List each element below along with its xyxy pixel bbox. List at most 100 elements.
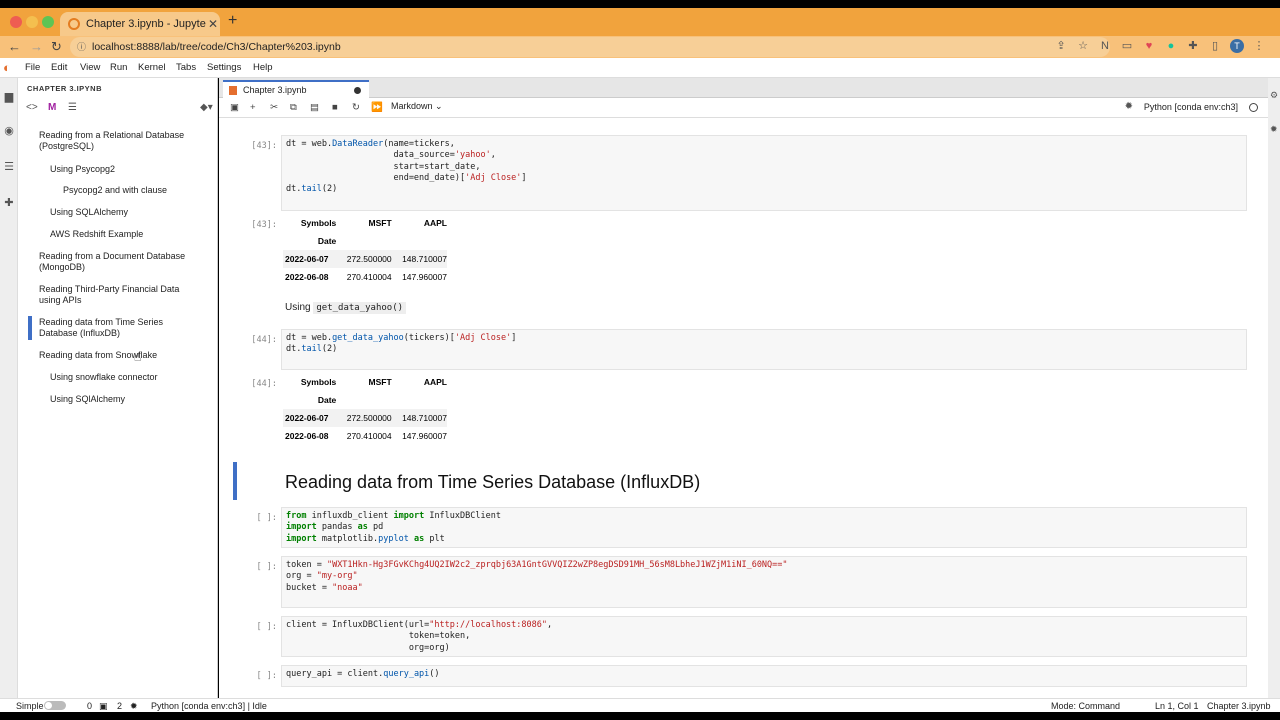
cell-prompt: [ ]:	[256, 513, 277, 523]
stop-icon[interactable]: ■	[332, 102, 338, 113]
toc-toolbar: <> M ☰ ◆▾	[18, 100, 218, 118]
code-cell-client[interactable]: client = InfluxDBClient(url="http://loca…	[281, 616, 1247, 657]
column-header: AAPL	[423, 218, 447, 228]
paste-icon[interactable]: ▤	[310, 102, 319, 113]
column-header: AAPL	[423, 377, 447, 387]
running-kernels-icon[interactable]: ◉	[2, 124, 16, 138]
markdown-heading[interactable]: Reading data from Time Series Database (…	[285, 472, 700, 493]
column-header: MSFT	[368, 218, 392, 228]
copy-icon[interactable]: ⧉	[290, 102, 297, 113]
share-icon[interactable]: ⇪	[1054, 39, 1068, 53]
toc-item[interactable]: Reading from a Relational Database (Post…	[39, 130, 199, 152]
save-icon[interactable]: ▣	[230, 102, 239, 113]
cell-prompt: [ ]:	[256, 562, 277, 572]
cut-icon[interactable]: ✂	[270, 102, 278, 113]
site-info-icon[interactable]: ⓘ	[77, 40, 86, 53]
close-tab-icon[interactable]: ✕	[206, 17, 220, 31]
folder-icon[interactable]: ▆	[2, 90, 16, 104]
menu-help[interactable]: Help	[253, 62, 273, 73]
activity-bar: ▆ ◉ ☰ ✚	[0, 78, 18, 698]
code-cell-query-api[interactable]: query_api = client.query_api()	[281, 665, 1247, 687]
notebook-tab[interactable]: Chapter 3.ipynb	[223, 80, 369, 98]
back-arrow-icon[interactable]: ←	[8, 39, 21, 54]
browser-tab[interactable]: Chapter 3.ipynb - JupyterLab ✕	[60, 12, 220, 36]
cell-value: 272.500000	[346, 413, 392, 423]
simple-mode-toggle[interactable]	[44, 701, 66, 710]
side-panel-icon[interactable]: ▯	[1208, 39, 1222, 53]
extensions-puzzle-icon[interactable]: ✚	[1186, 39, 1200, 53]
debugger-icon[interactable]: ✹	[1270, 124, 1278, 135]
menu-run[interactable]: Run	[110, 62, 127, 73]
run-all-icon[interactable]: ⏩	[371, 102, 383, 113]
cell-prompt: [43]:	[251, 141, 277, 151]
code-toggle-icon[interactable]: <>	[26, 102, 38, 113]
code-cell-43[interactable]: dt = web.DataReader(name=tickers, data_s…	[281, 135, 1247, 211]
toc-item[interactable]: Using SQlAlchemy	[50, 394, 125, 405]
notion-extension-icon[interactable]: N	[1098, 39, 1112, 53]
menubar: ◐ File Edit View Run Kernel Tabs Setting…	[0, 58, 1280, 78]
cell-type-dropdown[interactable]: Markdown ⌄	[391, 101, 443, 112]
toc-item[interactable]: Reading Third-Party Financial Data using…	[39, 284, 199, 306]
toc-item[interactable]: AWS Redshift Example	[50, 229, 143, 240]
new-tab-button[interactable]: +	[228, 12, 237, 30]
toc-item[interactable]: Using Psycopg2	[50, 164, 115, 175]
reload-icon[interactable]: ↻	[51, 39, 62, 55]
code-cell-44[interactable]: dt = web.get_data_yahoo(tickers)['Adj Cl…	[281, 329, 1247, 370]
kernel-gear-icon[interactable]: ✹	[130, 701, 138, 712]
kernel-name[interactable]: Python [conda env:ch3]	[1144, 102, 1238, 112]
tag-filter-icon[interactable]: ◆▾	[200, 102, 213, 113]
grammarly-extension-icon[interactable]: ●	[1164, 39, 1178, 53]
menu-tabs[interactable]: Tabs	[176, 62, 196, 73]
code-cell-imports[interactable]: from influxdb_client import InfluxDBClie…	[281, 507, 1247, 548]
menu-settings[interactable]: Settings	[207, 62, 241, 73]
extension-manager-icon[interactable]: ✚	[2, 196, 16, 210]
property-inspector-icon[interactable]: ⚙	[1270, 90, 1278, 101]
minimize-window-button[interactable]	[26, 16, 38, 28]
url-text: localhost:8888/lab/tree/code/Ch3/Chapter…	[92, 41, 341, 53]
toc-item[interactable]: Using SQLAlchemy	[50, 207, 128, 218]
cell-value: 148.710007	[402, 254, 447, 264]
code-cell-credentials[interactable]: token = "WXT1Hkn-Hg3FGvKChg4UQ2IW2c2_zpr…	[281, 556, 1247, 608]
bookmark-star-icon[interactable]: ☆	[1076, 39, 1090, 53]
kernel-idle-icon	[1249, 103, 1258, 112]
table-of-contents-panel: CHAPTER 3.IPYNB <> M ☰ ◆▾ Reading from a…	[18, 78, 218, 698]
more-menu-icon[interactable]: ⋮	[1252, 39, 1266, 53]
pocket-extension-icon[interactable]: ♥	[1142, 39, 1156, 53]
address-bar[interactable]: ⓘ localhost:8888/lab/tree/code/Ch3/Chapt…	[70, 37, 1110, 57]
kernel-settings-icon[interactable]: ✹	[1125, 101, 1133, 112]
cell-value: 147.960007	[402, 431, 447, 441]
profile-avatar[interactable]: T	[1230, 39, 1244, 53]
menu-file[interactable]: File	[25, 62, 40, 73]
cell-prompt: [ ]:	[256, 671, 277, 681]
menu-edit[interactable]: Edit	[51, 62, 67, 73]
markdown-text: Using get_data_yahoo()	[285, 302, 407, 314]
menu-kernel[interactable]: Kernel	[138, 62, 165, 73]
toc-item[interactable]: Reading from a Document Database (MongoD…	[39, 251, 199, 273]
output-prompt: [43]:	[251, 220, 277, 230]
cell-prompt: [ ]:	[256, 622, 277, 632]
close-window-button[interactable]	[10, 16, 22, 28]
status-bar: Simple 0 ▣ 2 ✹ Python [conda env:ch3] | …	[0, 698, 1280, 712]
clipboard-extension-icon[interactable]: ▭	[1120, 39, 1134, 53]
numbering-list-icon[interactable]: ☰	[68, 102, 77, 113]
row-index: 2022-06-08	[285, 431, 329, 441]
toc-item-active[interactable]: Reading data from Time Series Database (…	[39, 317, 179, 339]
kernel-status-text[interactable]: Python [conda env:ch3] | Idle	[151, 701, 267, 711]
right-sidebar: ⚙ ✹	[1268, 78, 1280, 698]
cell-value: 148.710007	[402, 413, 447, 423]
cursor-position[interactable]: Ln 1, Col 1	[1155, 701, 1199, 711]
menu-view[interactable]: View	[80, 62, 100, 73]
terminal-icon[interactable]: ▣	[99, 701, 108, 712]
notebook-cells[interactable]: [43]: dt = web.DataReader(name=tickers, …	[219, 119, 1268, 698]
unsaved-indicator-icon[interactable]	[354, 86, 361, 94]
insert-cell-icon[interactable]: +	[250, 102, 256, 113]
table-of-contents-icon[interactable]: ☰	[2, 160, 16, 174]
maximize-window-button[interactable]	[42, 16, 54, 28]
toc-item[interactable]: Psycopg2 and with clause	[63, 185, 167, 196]
restart-icon[interactable]: ↻	[352, 102, 360, 113]
forward-arrow-icon[interactable]: →	[30, 39, 43, 54]
toc-active-indicator	[28, 316, 32, 340]
markdown-toggle-icon[interactable]: M	[48, 102, 56, 113]
cell-value: 270.410004	[346, 272, 392, 282]
toc-item[interactable]: Using snowflake connector	[50, 372, 158, 383]
